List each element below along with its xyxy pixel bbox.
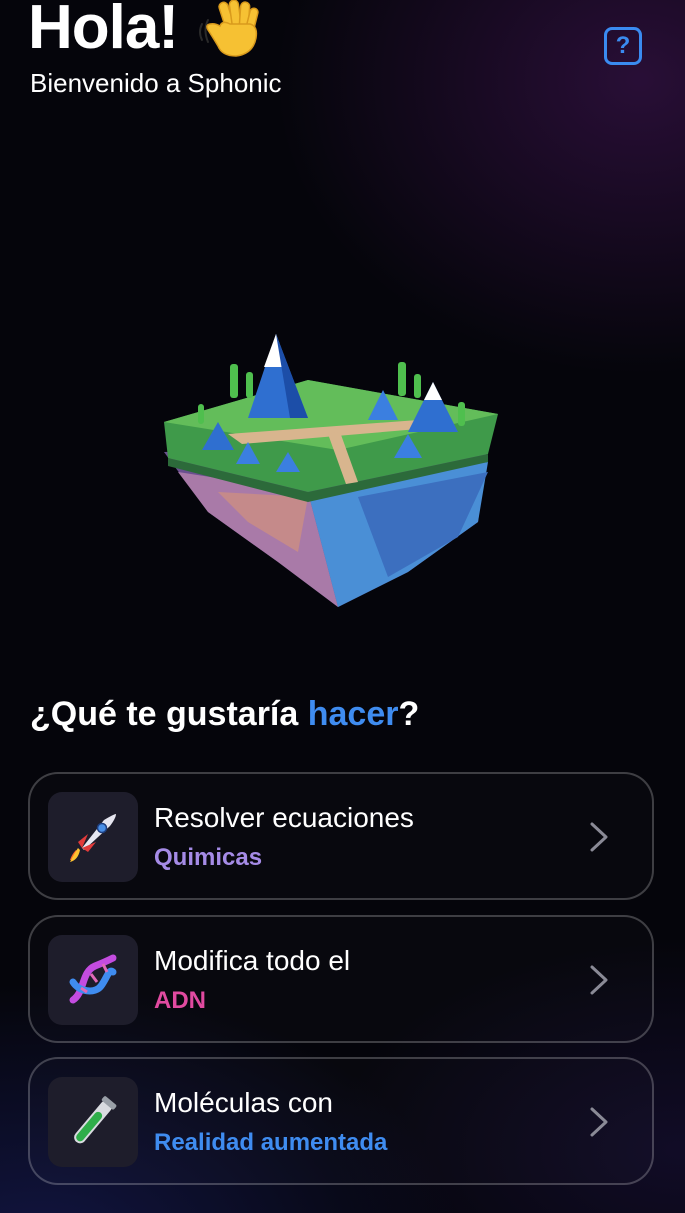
option-icon-tile — [48, 1077, 138, 1167]
dna-icon — [69, 954, 117, 1004]
option-card-chemistry[interactable]: Resolver ecuaciones Quimicas — [28, 772, 654, 900]
greeting: Hola! — [28, 0, 266, 62]
chevron-right-icon — [590, 1107, 608, 1137]
welcome-subtitle: Bienvenido a Sphonic — [30, 68, 282, 98]
option-title: Resolver ecuaciones — [154, 802, 414, 833]
option-card-dna[interactable]: Modifica todo el ADN — [28, 915, 654, 1043]
option-title: Moléculas con — [154, 1087, 333, 1118]
waving-hand-icon — [199, 0, 259, 57]
chevron-right-icon — [590, 965, 608, 995]
floating-island-illustration — [164, 334, 498, 607]
option-subtitle: ADN — [154, 987, 206, 1014]
option-subtitle: Realidad aumentada — [154, 1129, 388, 1156]
home-screen: Hola! Bienvenido a Sphonic ? ¿Qué te gus… — [0, 0, 685, 1213]
option-title: Modifica todo el — [154, 945, 351, 976]
test-tube-icon — [74, 1096, 117, 1144]
option-icon-tile — [48, 935, 138, 1025]
action-question: ¿Qué te gustaría hacer? — [30, 695, 419, 734]
greeting-title: Hola! — [28, 0, 179, 62]
question-accent: hacer — [307, 695, 399, 733]
question-mark: ? — [398, 695, 420, 733]
option-icon-tile — [48, 792, 138, 882]
option-card-ar-molecules[interactable]: Moléculas con Realidad aumentada — [28, 1057, 654, 1185]
chevron-right-icon — [590, 822, 608, 852]
question-text: ¿Qué te gustaría — [30, 695, 308, 733]
option-subtitle: Quimicas — [154, 844, 263, 871]
help-button[interactable]: ? — [604, 27, 642, 65]
help-icon: ? — [615, 32, 631, 59]
rocket-icon — [70, 814, 116, 862]
